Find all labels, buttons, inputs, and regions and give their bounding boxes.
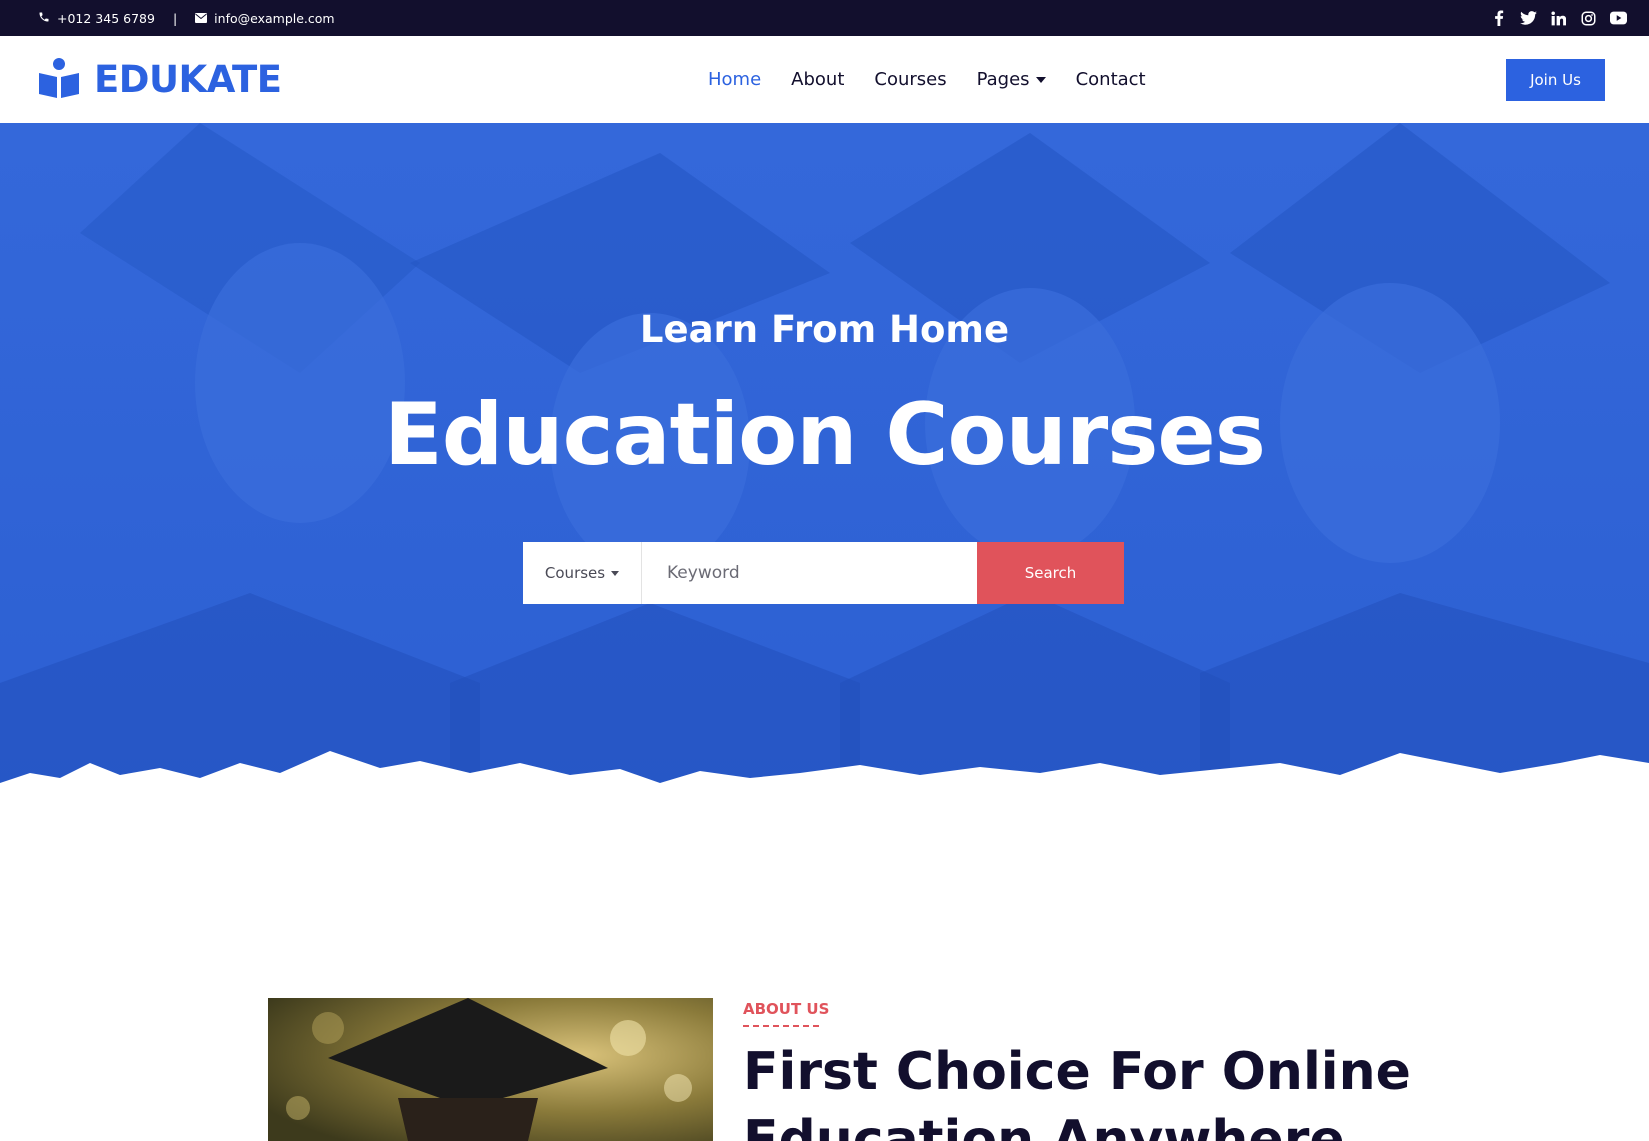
join-us-button[interactable]: Join Us xyxy=(1506,59,1605,101)
top-contact-info: +012 345 6789 | info@example.com xyxy=(38,0,335,36)
category-dropdown[interactable]: Courses xyxy=(523,542,642,604)
top-bar: +012 345 6789 | info@example.com xyxy=(0,0,1649,36)
hero-title: Education Courses xyxy=(384,385,1266,485)
search-button[interactable]: Search xyxy=(977,542,1124,604)
nav-item-about[interactable]: About xyxy=(791,69,844,90)
instagram-icon[interactable] xyxy=(1580,10,1597,27)
email-address: info@example.com xyxy=(214,10,335,26)
brand-name: EDUKATE xyxy=(94,58,282,101)
nav-item-label: Contact xyxy=(1075,69,1146,90)
about-image xyxy=(268,998,713,1141)
section-label: ABOUT US xyxy=(743,1000,830,1018)
main-navbar: EDUKATE Home About Courses Pages Contact… xyxy=(0,36,1649,123)
envelope-icon xyxy=(195,11,208,26)
hero-section: Learn From Home Education Courses Course… xyxy=(0,123,1649,823)
phone-number: +012 345 6789 xyxy=(57,10,155,26)
course-search-bar: Courses Search xyxy=(523,542,1124,604)
keyword-input[interactable] xyxy=(642,542,977,604)
nav-item-home[interactable]: Home xyxy=(708,69,761,90)
about-title: First Choice For Online Education Anywhe… xyxy=(743,1042,1411,1141)
nav-item-label: Courses xyxy=(874,69,947,90)
twitter-icon[interactable] xyxy=(1520,10,1537,27)
nav-item-label: Home xyxy=(708,69,762,90)
nav-item-courses[interactable]: Courses xyxy=(874,69,946,90)
phone-icon xyxy=(38,11,50,26)
linkedin-icon[interactable] xyxy=(1550,10,1567,27)
caret-down-icon xyxy=(1035,76,1046,83)
email-contact[interactable]: info@example.com xyxy=(195,10,335,26)
social-links xyxy=(1490,0,1627,36)
contact-separator: | xyxy=(172,10,178,26)
label-underline xyxy=(743,1025,819,1027)
primary-nav: Home About Courses Pages Contact xyxy=(708,36,1146,123)
caret-down-icon xyxy=(611,570,620,576)
nav-item-pages[interactable]: Pages xyxy=(977,69,1046,90)
reader-icon xyxy=(38,57,80,103)
hero-subtitle: Learn From Home xyxy=(639,308,1010,351)
nav-item-contact[interactable]: Contact xyxy=(1076,69,1146,90)
youtube-icon[interactable] xyxy=(1610,10,1627,27)
phone-contact[interactable]: +012 345 6789 xyxy=(38,11,155,26)
brand-logo[interactable]: EDUKATE xyxy=(38,36,282,123)
graduate-photo xyxy=(268,998,713,1141)
nav-item-label: Pages xyxy=(976,69,1030,90)
nav-item-label: About xyxy=(791,69,845,90)
category-selected: Courses xyxy=(544,564,606,582)
facebook-icon[interactable] xyxy=(1490,10,1507,27)
